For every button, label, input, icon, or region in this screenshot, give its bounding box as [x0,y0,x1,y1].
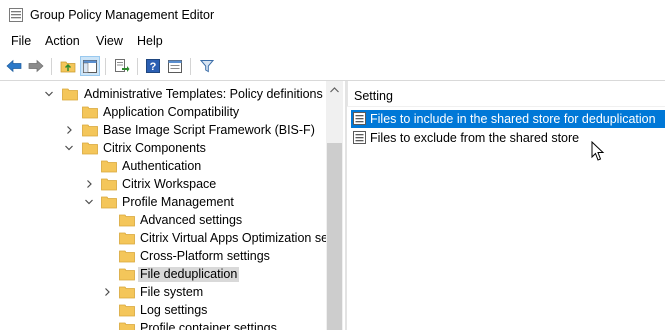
folder-icon [82,124,98,137]
chevron-up-icon [330,86,339,92]
forward-button[interactable] [26,56,46,76]
up-folder-icon [60,61,76,73]
forward-icon [28,59,44,73]
list-item-selected[interactable]: Files to include in the shared store for… [351,110,665,128]
up-one-level-button[interactable] [58,56,78,76]
back-icon [6,59,22,73]
menu-view[interactable]: View [96,34,123,48]
folder-icon [119,250,135,263]
folder-icon [119,322,135,330]
tree-item-label: Base Image Script Framework (BIS-F) [103,123,315,137]
folder-icon [119,304,135,317]
svg-text:?: ? [150,61,157,73]
tree-item[interactable]: Profile Management [0,193,325,211]
chevron-right-icon[interactable] [102,286,112,298]
tree-item-label: File deduplication [138,267,240,282]
tree-item-label: File system [140,285,204,299]
chevron-down-icon[interactable] [44,88,54,100]
folder-icon [62,88,78,101]
tree-item[interactable]: Administrative Templates: Policy definit… [0,85,326,103]
column-divider [347,81,348,106]
tree-item[interactable]: Citrix Workspace [0,175,325,193]
setting-column-header[interactable]: Setting [347,81,665,107]
folder-icon [101,160,117,173]
tree-item-label: Profile Management [122,195,234,209]
tree-item[interactable]: Advanced settings [0,211,325,229]
title-bar: Group Policy Management Editor [0,0,665,31]
tree-item[interactable]: Application Compatibility [0,103,325,121]
folder-icon [82,142,98,155]
filter-button[interactable] [197,56,217,76]
tree-item-label: Citrix Components [103,141,206,155]
tree-item-label: Citrix Virtual Apps Optimization set [140,231,328,245]
tree-item[interactable]: Profile container settings [0,319,325,330]
tree-scrollbar[interactable] [326,81,343,330]
settings-list-pane[interactable]: Setting Files to include in the shared s… [347,81,665,330]
tree-item-label: Authentication [122,159,202,173]
folder-icon [119,214,135,227]
tree-item-label: Profile container settings [140,321,277,330]
show-hide-tree-icon [83,59,97,73]
tree-item[interactable]: Base Image Script Framework (BIS-F) [0,121,325,139]
folder-icon [101,178,117,191]
chevron-down-icon[interactable] [84,196,94,208]
chevron-down-icon[interactable] [64,142,74,154]
chevron-right-icon[interactable] [64,124,74,136]
folder-icon [82,106,98,119]
toolbar-separator [105,58,106,75]
tree-item[interactable]: Log settings [0,301,325,319]
tree-item-label: Cross-Platform settings [140,249,270,263]
tree-item-label: Advanced settings [140,213,243,227]
filter-icon [200,60,214,73]
export-list-button[interactable] [112,56,132,76]
folder-icon [119,268,135,281]
menu-bar: File Action View Help [0,31,665,52]
tree-item-label: Citrix Workspace [122,177,217,191]
mouse-cursor-icon [591,141,605,161]
list-item-label: Files to exclude from the shared store [370,131,580,145]
toolbar-separator [51,58,52,75]
scroll-thumb[interactable] [327,143,342,330]
folder-icon [119,232,135,245]
group-policy-app-icon [9,8,23,22]
tree-item-selected[interactable]: File deduplication [0,265,325,283]
tree-item-label: Administrative Templates: Policy definit… [84,87,326,101]
tree-item[interactable]: Citrix Virtual Apps Optimization set [0,229,328,247]
tree-item[interactable]: Authentication [0,157,325,175]
list-item-label: Files to include in the shared store for… [370,112,656,126]
menu-action[interactable]: Action [45,34,80,48]
tree-item[interactable]: Citrix Components [0,139,325,157]
folder-icon [119,286,135,299]
scroll-up-button[interactable] [326,81,343,98]
window-title: Group Policy Management Editor [30,8,215,22]
list-item[interactable]: Files to exclude from the shared store [351,129,665,147]
policy-setting-icon [353,131,366,144]
help-icon: ? [146,59,160,73]
toolbar-separator [190,58,191,75]
tree-item-label: Log settings [140,303,208,317]
menu-file[interactable]: File [11,34,31,48]
chevron-right-icon[interactable] [84,178,94,190]
back-button[interactable] [4,56,24,76]
toolbar-separator [137,58,138,75]
properties-button[interactable] [165,56,185,76]
tree-item[interactable]: Cross-Platform settings [0,247,325,265]
tree-pane[interactable]: Administrative Templates: Policy definit… [0,81,345,330]
menu-help[interactable]: Help [137,34,163,48]
show-hide-tree-button[interactable] [80,56,100,76]
toolbar: ? [0,53,665,81]
tree-item-label: Application Compatibility [103,105,240,119]
help-button[interactable]: ? [143,56,163,76]
folder-icon [101,196,117,209]
policy-setting-icon [353,112,366,125]
column-header-label: Setting [354,89,393,103]
properties-icon [168,59,182,73]
tree-item[interactable]: File system [0,283,325,301]
export-list-icon [115,59,130,72]
